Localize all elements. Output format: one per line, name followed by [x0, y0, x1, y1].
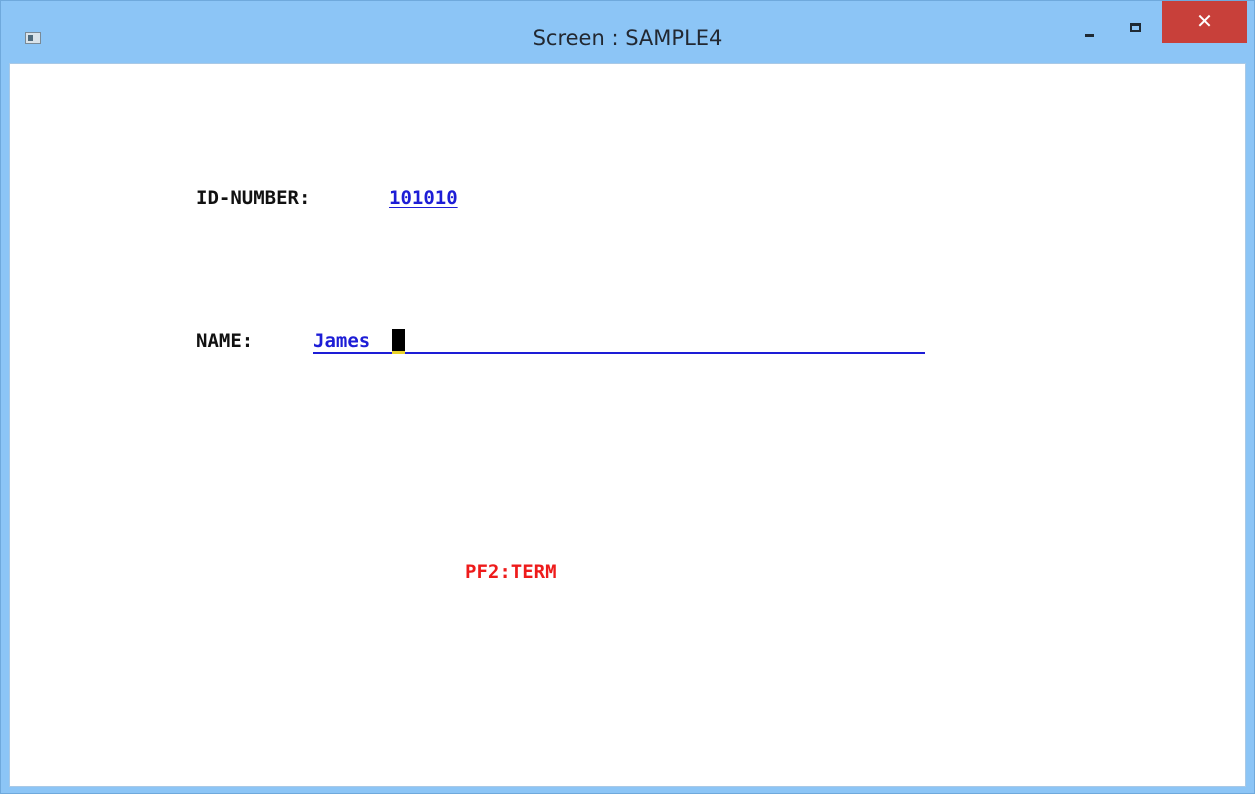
pf2-term-hint: PF2:TERM	[465, 561, 557, 583]
close-button[interactable]: ✕	[1162, 1, 1247, 43]
name-input[interactable]: James	[313, 328, 925, 354]
maximize-button[interactable]	[1112, 10, 1160, 40]
app-window: Screen : SAMPLE4 ✕ ID-NUMBER: 101010 NAM…	[0, 0, 1255, 794]
maximize-icon	[1130, 23, 1141, 32]
terminal-screen[interactable]: ID-NUMBER: 101010 NAME: James PF2:TERM	[9, 63, 1246, 787]
minimize-button[interactable]	[1064, 10, 1116, 40]
cursor-underline	[392, 351, 405, 354]
id-number-label: ID-NUMBER:	[196, 187, 311, 209]
name-label: NAME:	[196, 330, 254, 352]
name-value: James	[313, 330, 371, 352]
text-cursor	[392, 329, 405, 351]
id-number-field[interactable]: 101010	[389, 187, 458, 209]
title-bar[interactable]: Screen : SAMPLE4 ✕	[1, 1, 1254, 63]
minimize-icon	[1085, 34, 1094, 37]
close-icon: ✕	[1196, 9, 1213, 33]
